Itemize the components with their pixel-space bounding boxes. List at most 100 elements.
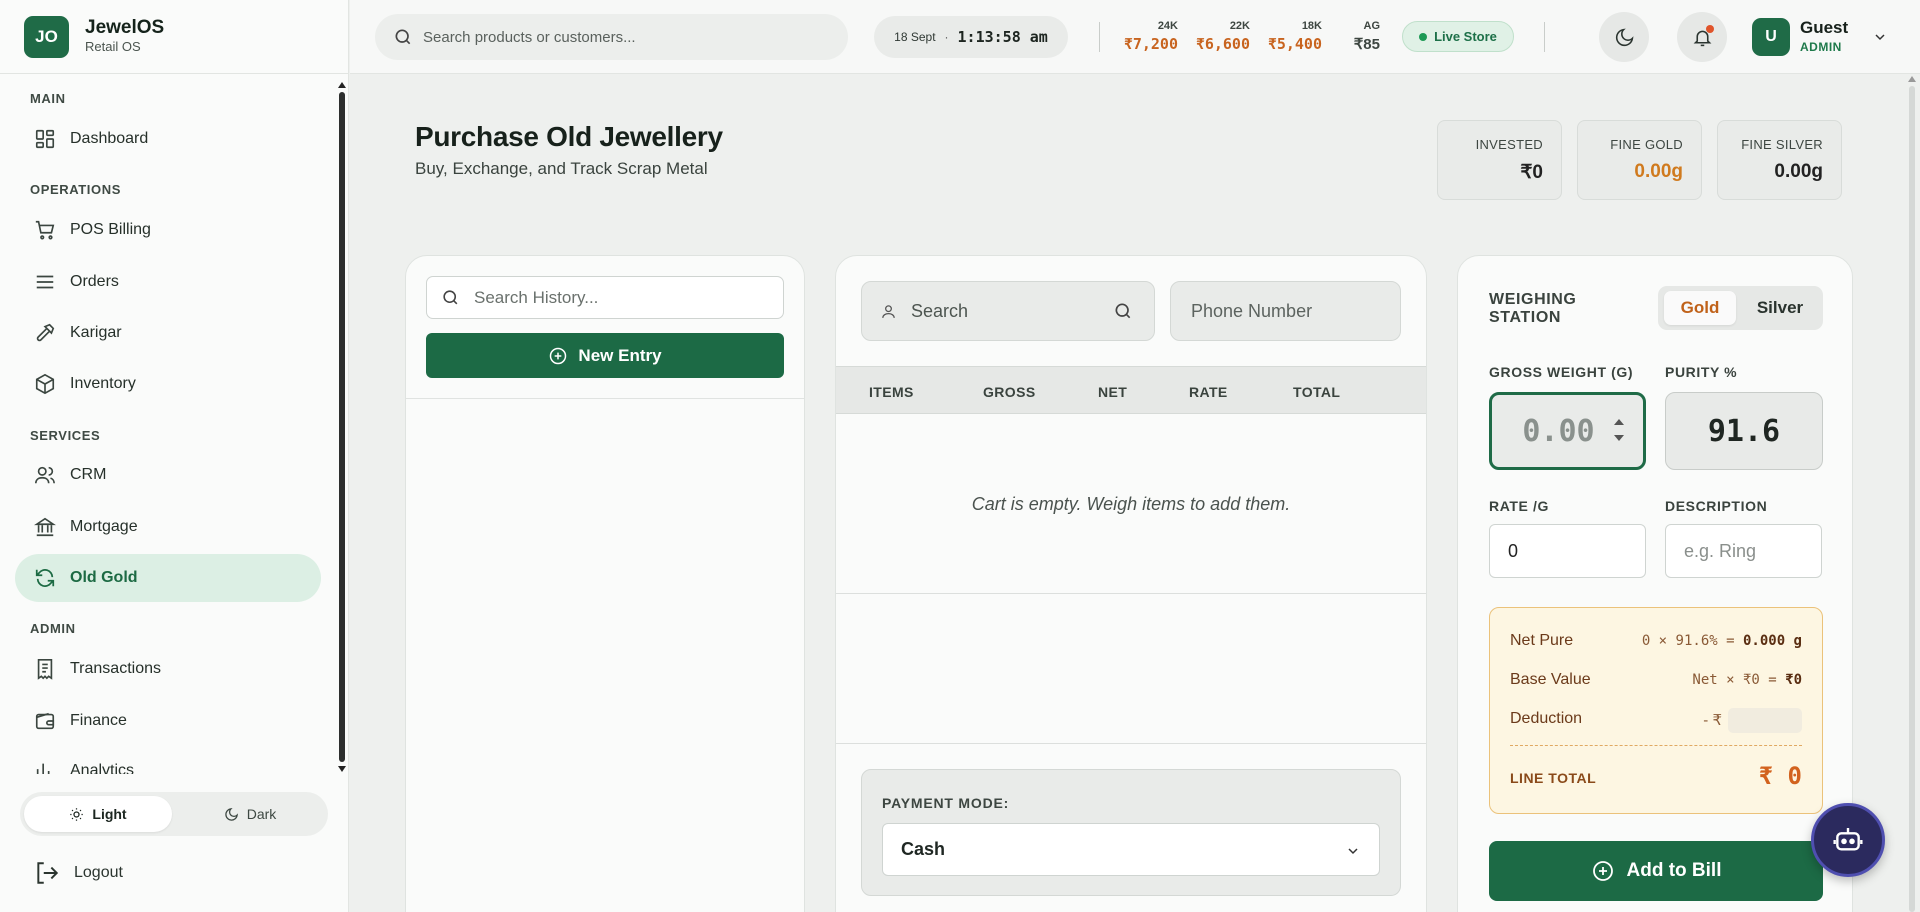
payment-mode-value: Cash [901,839,946,859]
scroll-up-arrow[interactable] [1908,76,1916,82]
scrollbar-thumb[interactable] [339,92,345,762]
sidebar-item-transactions[interactable]: Transactions [15,645,321,693]
scrollbar-thumb[interactable] [1909,86,1915,912]
theme-dark-button[interactable]: Dark [176,796,324,832]
logout-button[interactable]: Logout [34,860,123,886]
net-pure-formula: 0 × 91.6% = 0.000 g [1642,633,1802,649]
deduction-row: Deduction - ₹ [1510,708,1802,733]
cart-empty-message: Cart is empty. Weigh items to add them. [971,494,1291,514]
column-header-total: TOTAL [1293,384,1341,400]
description-input[interactable] [1665,524,1822,578]
users-icon [32,462,58,488]
phone-number-input[interactable] [1170,281,1401,341]
grid-icon [32,126,58,152]
net-pure-value: 0.000 g [1742,633,1802,649]
theme-light-button[interactable]: Light [24,796,172,832]
list-icon [32,269,58,295]
divider [406,398,804,399]
sidebar-item-orders[interactable]: Orders [15,258,321,306]
assistant-bot-button[interactable] [1811,803,1885,877]
topbar: 18 Sept · 1:13:58 am 24K ₹7,200 22K ₹6,6… [350,0,1920,74]
box-icon [32,371,58,397]
column-header-rate: RATE [1189,384,1228,400]
sidebar-item-analytics[interactable]: Analytics [15,747,321,774]
brand-subtitle: Retail OS [85,39,141,54]
notifications-button[interactable] [1677,12,1727,62]
metal-gold-button[interactable]: Gold [1664,291,1736,325]
payment-mode-select[interactable]: Cash [882,823,1380,876]
nav-section-main: MAIN [30,91,66,106]
avatar: U [1752,18,1790,56]
sidebar-item-crm[interactable]: CRM [15,451,321,499]
base-value-value: ₹0 [1785,672,1802,688]
sidebar-item-old-gold[interactable]: Old Gold [15,554,321,602]
live-store-label: Live Store [1434,29,1497,44]
net-pure-label: Net Pure [1510,632,1574,649]
sidebar-item-inventory[interactable]: Inventory [15,360,321,408]
sidebar-item-label: Analytics [70,762,135,774]
sidebar-item-dashboard[interactable]: Dashboard [15,115,321,163]
nav-section-admin: ADMIN [30,621,76,636]
history-search[interactable] [426,276,784,319]
divider [1544,22,1545,52]
user-menu[interactable]: U Guest ADMIN [1752,16,1885,58]
hammer-icon [32,320,58,346]
sidebar-item-label: Old Gold [70,569,138,586]
scroll-up-arrow[interactable] [338,82,346,88]
sidebar-item-label: Karigar [70,324,122,341]
global-search[interactable] [375,14,848,60]
notification-dot [1706,25,1714,33]
customer-search[interactable] [861,281,1155,341]
main-scrollbar[interactable] [1908,76,1916,912]
number-spinner-icon[interactable] [1613,415,1625,445]
sidebar-item-finance[interactable]: Finance [15,697,321,745]
description-label: DESCRIPTION [1665,498,1768,514]
divider [836,743,1426,744]
dashed-divider [1510,745,1802,746]
chevron-down-icon [1872,29,1888,45]
cart-panel: ITEMS GROSS NET RATE TOTAL Cart is empty… [835,255,1427,912]
nav-section-services: SERVICES [30,428,101,443]
search-icon [393,27,413,47]
chevron-down-icon [1345,843,1361,859]
sun-icon [69,807,92,822]
global-search-input[interactable] [423,28,823,46]
metal-silver-button[interactable]: Silver [1744,291,1816,325]
sidebar-scrollbar[interactable] [338,82,346,772]
stat-fine-silver: FINE SILVER 0.00g [1717,120,1842,200]
robot-icon [1832,824,1864,856]
deduction-input[interactable] [1728,708,1802,733]
rate-label: 18K [1301,20,1322,32]
payment-mode-label: PAYMENT MODE: [882,795,1010,811]
bar-chart-icon [32,758,58,774]
sidebar-item-karigar[interactable]: Karigar [15,309,321,357]
customer-search-input[interactable] [911,300,1101,322]
search-icon[interactable] [1113,301,1133,321]
history-search-input[interactable] [474,287,774,308]
gross-weight-input[interactable]: 0.00 [1489,392,1646,470]
gross-weight-value: 0.00 [1522,413,1595,449]
weighing-station-title: WEIGHING STATION [1489,291,1577,326]
dark-mode-button[interactable] [1599,12,1649,62]
sidebar-item-label: CRM [70,466,107,483]
cart-table-header: ITEMS GROSS NET RATE TOTAL [836,366,1426,414]
deduction-prefix: - ₹ [1703,712,1722,729]
sidebar-item-mortgage[interactable]: Mortgage [15,503,321,551]
rate-22k: 22K ₹6,600 [1192,20,1250,53]
sidebar-item-label: Orders [70,273,119,290]
rate-value: ₹5,400 [1267,35,1322,53]
sidebar-item-label: Finance [70,712,127,729]
sidebar-nav: MAIN Dashboard OPERATIONS POS Billing Or… [0,74,340,774]
purity-input[interactable]: 91.6 [1665,392,1823,470]
page-subtitle: Buy, Exchange, and Track Scrap Metal [415,159,708,178]
stat-fine-gold: FINE GOLD 0.00g [1577,120,1702,200]
add-to-bill-button[interactable]: Add to Bill [1489,841,1823,901]
scroll-down-arrow[interactable] [338,766,346,772]
stat-invested: INVESTED ₹0 [1437,120,1562,200]
live-store-badge[interactable]: Live Store [1402,21,1514,52]
rate-per-gram-input[interactable] [1489,524,1646,578]
sidebar-item-pos-billing[interactable]: POS Billing [15,206,321,254]
new-entry-button[interactable]: New Entry [426,333,784,378]
column-header-net: NET [1098,384,1128,400]
sidebar-item-label: Dashboard [70,130,149,147]
